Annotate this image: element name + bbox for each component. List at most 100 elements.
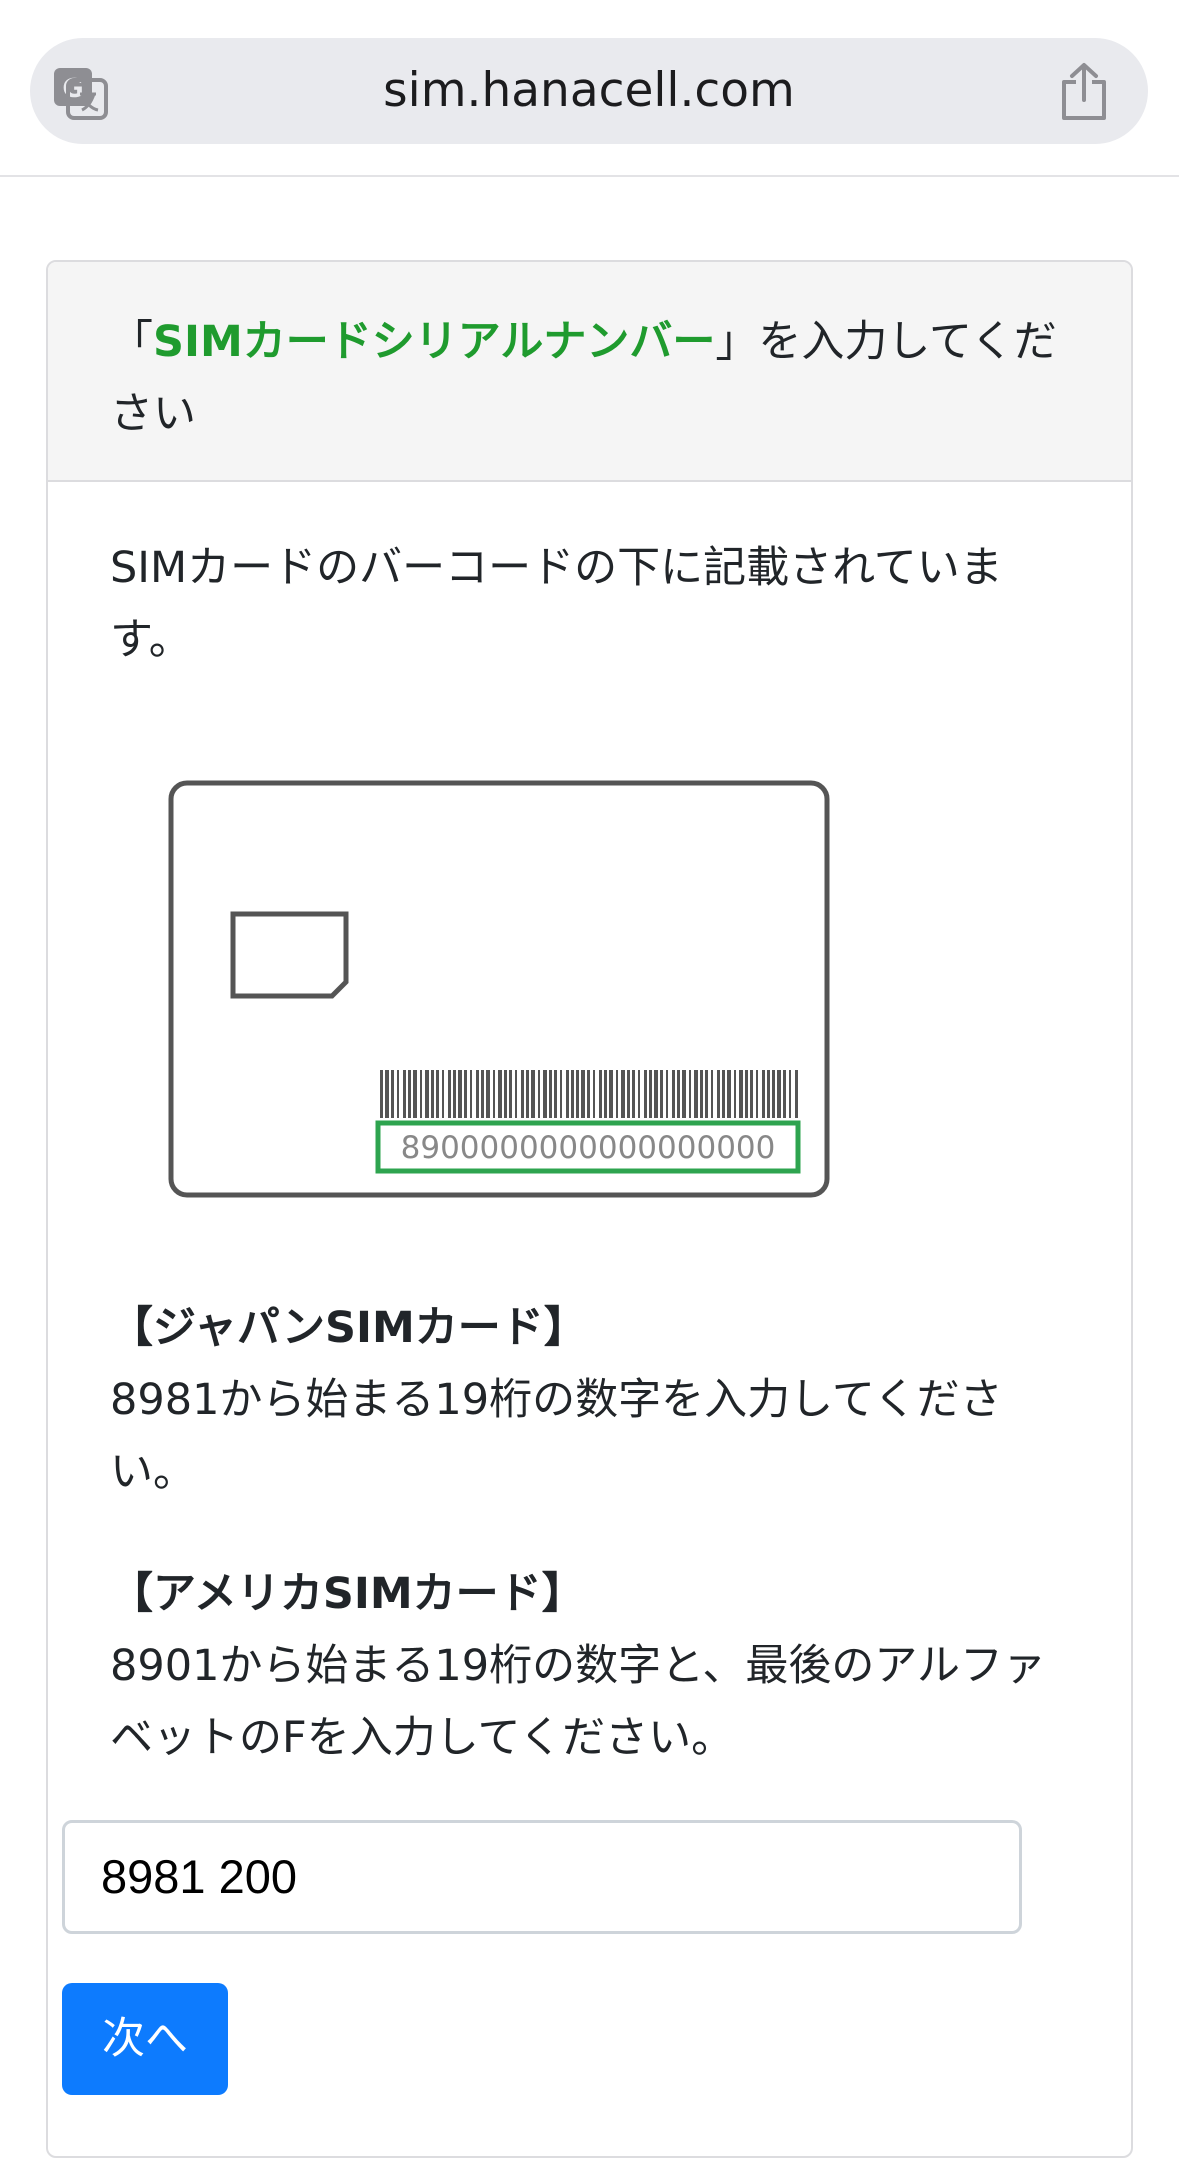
barcode-stripe — [408, 1070, 411, 1118]
barcode-stripe — [543, 1070, 547, 1118]
intro-line-1: SIMカードのバーコードの下に記載されていま — [110, 543, 1003, 593]
japan-sim-line-1: 8981から始まる19桁の数字を入力してくださ — [110, 1375, 1003, 1425]
barcode-stripe — [750, 1070, 753, 1118]
barcode-stripe — [458, 1070, 462, 1118]
toolbar-divider — [0, 175, 1179, 177]
barcode — [380, 1070, 798, 1118]
barcode-stripe — [717, 1070, 720, 1118]
barcode-stripe — [576, 1070, 579, 1118]
barcode-stripe — [767, 1070, 770, 1118]
barcode-stripe — [616, 1070, 618, 1118]
barcode-stripe — [609, 1070, 613, 1118]
barcode-stripe — [476, 1070, 479, 1118]
barcode-stripe — [385, 1070, 389, 1118]
barcode-stripe — [587, 1070, 590, 1118]
barcode-stripe — [734, 1070, 736, 1118]
barcode-stripe — [772, 1070, 775, 1118]
barcode-stripe — [593, 1070, 595, 1118]
barcode-stripe — [420, 1070, 422, 1118]
barcode-stripe — [391, 1070, 394, 1118]
america-sim-line-1: 8901から始まる19桁の数字と、最後のアルファ — [110, 1641, 1046, 1691]
barcode-stripe — [649, 1070, 652, 1118]
barcode-stripe — [711, 1070, 713, 1118]
barcode-stripe — [538, 1070, 540, 1118]
barcode-stripe — [397, 1070, 399, 1118]
barcode-stripe — [504, 1070, 507, 1118]
barcode-stripe — [515, 1070, 517, 1118]
barcode-stripe — [521, 1070, 524, 1118]
barcode-stripe — [448, 1070, 451, 1118]
barcode-stripe — [453, 1070, 456, 1118]
barcode-stripe — [654, 1070, 658, 1118]
url-text[interactable]: sim.hanacell.com — [30, 38, 1148, 144]
sim-card-illustration: 8900000000000000000 — [168, 780, 830, 1198]
barcode-stripe — [526, 1070, 529, 1118]
barcode-stripe — [789, 1070, 791, 1118]
barcode-stripe — [722, 1070, 725, 1118]
barcode-stripe — [700, 1070, 703, 1118]
barcode-stripe — [380, 1070, 383, 1118]
barcode-stripe — [621, 1070, 625, 1118]
barcode-stripe — [571, 1070, 574, 1118]
barcode-stripe — [694, 1070, 698, 1118]
barcode-stripe — [531, 1070, 535, 1118]
barcode-stripe — [464, 1070, 467, 1118]
japan-sim-section: 【ジャパンSIMカード】 8981から始まる19桁の数字を入力してくださ い。 — [110, 1292, 1070, 1508]
barcode-stripe — [604, 1070, 607, 1118]
barcode-stripe — [442, 1070, 444, 1118]
barcode-stripe — [413, 1070, 417, 1118]
barcode-stripe — [486, 1070, 490, 1118]
barcode-stripe — [783, 1070, 786, 1118]
barcode-stripe — [739, 1070, 743, 1118]
barcode-stripe — [672, 1070, 675, 1118]
barcode-stripe — [493, 1070, 495, 1118]
intro-line-2: す。 — [110, 615, 192, 665]
barcode-stripe — [599, 1070, 602, 1118]
barcode-stripe — [727, 1070, 731, 1118]
barcode-stripe — [745, 1070, 748, 1118]
barcode-stripe — [660, 1070, 663, 1118]
japan-sim-title: 【ジャパンSIMカード】 — [110, 1303, 587, 1353]
share-icon[interactable] — [1058, 62, 1110, 122]
barcode-stripe — [470, 1070, 472, 1118]
header-highlight: SIMカードシリアルナンバー — [153, 317, 716, 367]
header-line-1: 「SIMカードシリアルナンバー」を入力してくだ — [110, 306, 1071, 378]
barcode-stripe — [632, 1070, 635, 1118]
barcode-stripe — [560, 1070, 562, 1118]
barcode-stripe — [666, 1070, 668, 1118]
america-sim-section: 【アメリカSIMカード】 8901から始まる19桁の数字と、最後のアルファ ベッ… — [110, 1558, 1070, 1774]
barcode-stripe — [638, 1070, 640, 1118]
header-open-bracket: 「 — [110, 317, 153, 367]
serial-number-input[interactable]: 8981 200 — [62, 1820, 1022, 1934]
next-button[interactable]: 次へ — [62, 1983, 228, 2095]
barcode-stripe — [403, 1070, 406, 1118]
intro-text: SIMカードのバーコードの下に記載されていま す。 — [110, 532, 1070, 676]
serial-sample-text: 8900000000000000000 — [401, 1130, 776, 1166]
barcode-stripe — [549, 1070, 552, 1118]
barcode-stripe — [436, 1070, 439, 1118]
card-header: 「SIMカードシリアルナンバー」を入力してくだ さい — [48, 262, 1131, 482]
barcode-stripe — [554, 1070, 557, 1118]
barcode-stripe — [627, 1070, 630, 1118]
barcode-stripe — [425, 1070, 429, 1118]
barcode-stripe — [756, 1070, 758, 1118]
barcode-stripe — [431, 1070, 434, 1118]
barcode-stripe — [689, 1070, 691, 1118]
barcode-stripe — [682, 1070, 686, 1118]
barcode-stripe — [481, 1070, 484, 1118]
barcode-stripe — [644, 1070, 647, 1118]
barcode-stripe — [705, 1070, 708, 1118]
barcode-stripe — [581, 1070, 585, 1118]
barcode-stripe — [762, 1070, 765, 1118]
japan-sim-line-2: い。 — [110, 1447, 196, 1497]
barcode-stripe — [677, 1070, 680, 1118]
america-sim-title: 【アメリカSIMカード】 — [110, 1569, 585, 1619]
header-rest: 」を入力してくだ — [715, 317, 1057, 367]
barcode-stripe — [566, 1070, 569, 1118]
america-sim-line-2: ベットのFを入力してください。 — [110, 1713, 735, 1763]
barcode-stripe — [777, 1070, 781, 1118]
barcode-stripe — [509, 1070, 512, 1118]
header-line-2: さい — [110, 389, 196, 439]
sim-chip — [230, 911, 349, 999]
address-bar[interactable]: G sim.hanacell.com — [30, 38, 1148, 144]
